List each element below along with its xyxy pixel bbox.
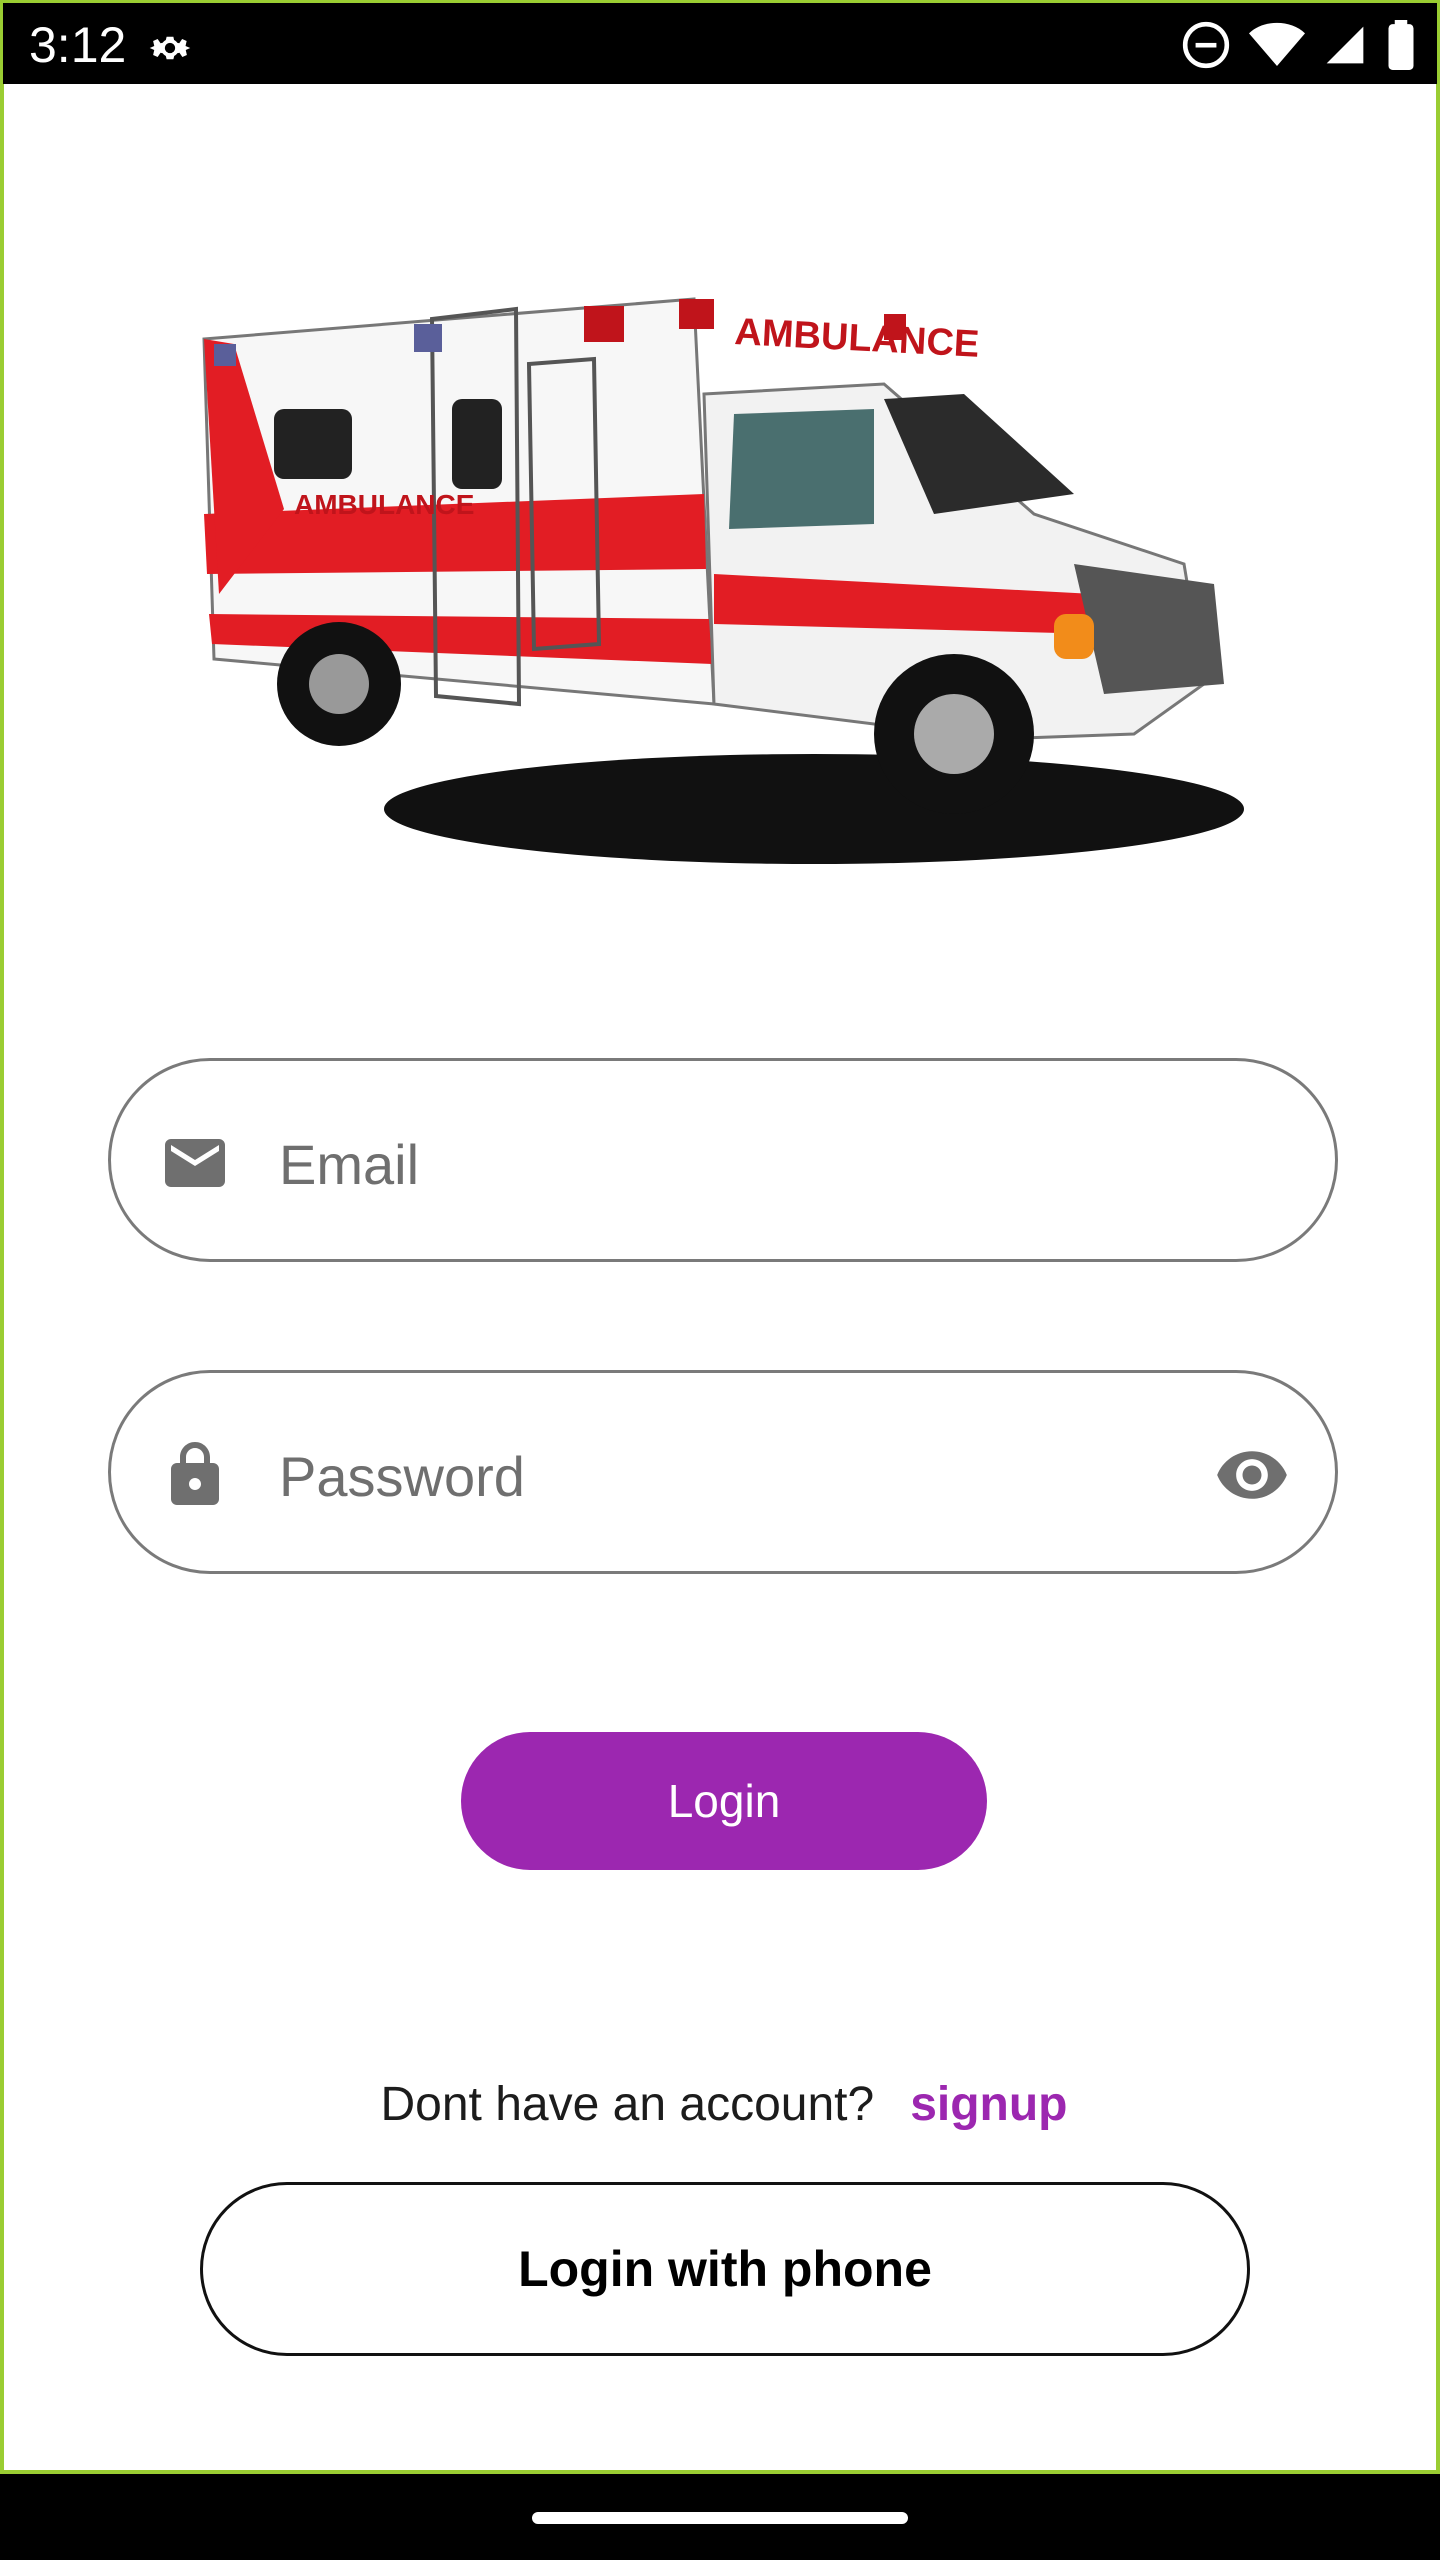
lock-icon [171, 1442, 219, 1505]
signup-link[interactable]: signup [910, 2077, 1067, 2132]
status-bar: 3:12 [0, 0, 1440, 84]
login-with-phone-button[interactable]: Login with phone [200, 2182, 1250, 2356]
email-input[interactable] [277, 1113, 1181, 1215]
eye-icon[interactable] [1211, 1437, 1293, 1513]
do-not-disturb-icon [1182, 21, 1230, 69]
signup-prompt: Dont have an account? [380, 2077, 875, 2131]
wifi-icon [1249, 22, 1305, 66]
battery-icon [1388, 20, 1414, 70]
email-field[interactable] [108, 1058, 1338, 1262]
login-screen: AMBULANCE AMBULANCE Login Dont have an a… [0, 84, 1440, 2474]
status-icons [1181, 17, 1417, 73]
home-gesture-bar[interactable] [532, 2512, 908, 2524]
status-time: 3:12 [29, 17, 127, 73]
password-field[interactable] [108, 1370, 1338, 1574]
settings-icon [149, 36, 191, 60]
login-button[interactable]: Login [461, 1732, 987, 1870]
mail-icon [165, 1139, 225, 1187]
cell-signal-icon [1326, 26, 1364, 64]
password-input[interactable] [277, 1425, 1181, 1527]
ambulance-text: AMBULANCE [734, 311, 981, 366]
ambulance-illustration: AMBULANCE AMBULANCE [202, 297, 1244, 864]
svg-text:AMBULANCE: AMBULANCE [294, 489, 474, 520]
navigation-bar [0, 2474, 1440, 2560]
signup-row: Dont have an account? signup [4, 2074, 1440, 2134]
